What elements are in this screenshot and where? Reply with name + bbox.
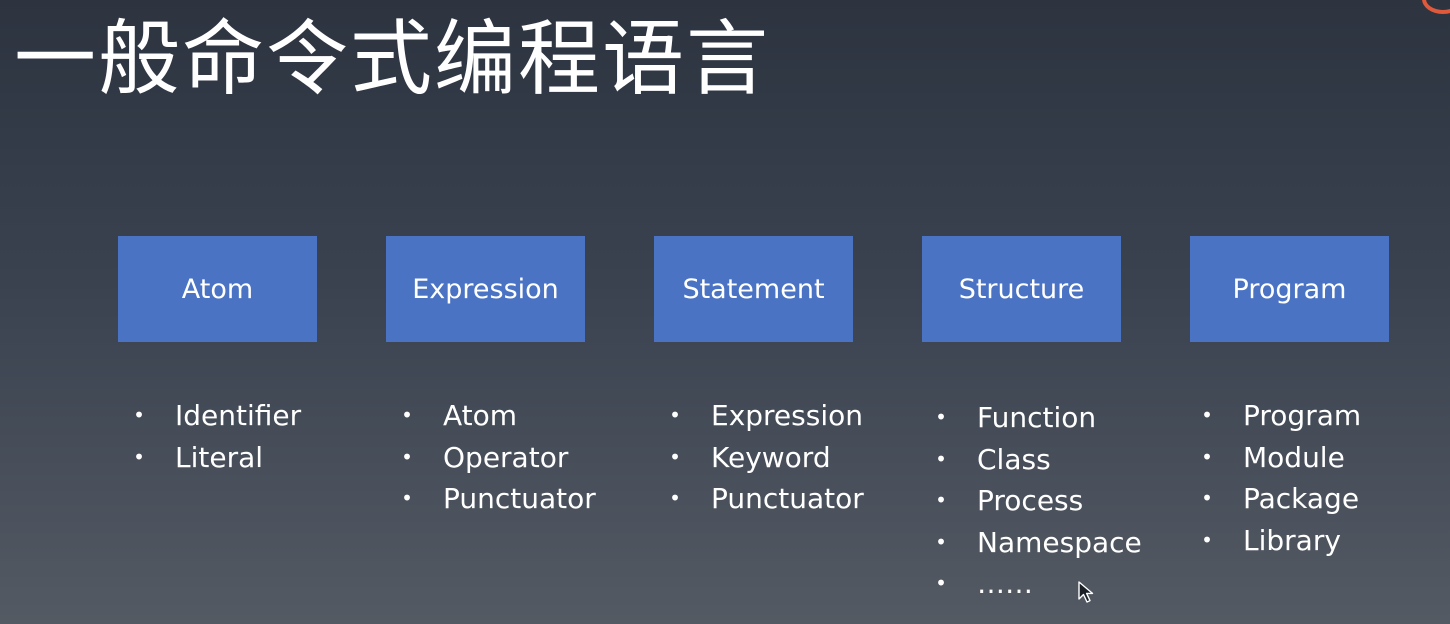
list-item: • Atom — [401, 395, 596, 437]
list-item: • Class — [935, 439, 1142, 481]
list-item: • Literal — [133, 437, 301, 479]
box-label: Statement — [682, 273, 825, 305]
box-statement: Statement — [654, 236, 853, 342]
corner-badge-icon — [1422, 0, 1450, 14]
box-expression: Expression — [386, 236, 585, 342]
bullet-icon: • — [1201, 486, 1213, 510]
bullet-icon: • — [935, 571, 947, 595]
bullet-icon: • — [133, 444, 145, 469]
list-item: • Punctuator — [401, 478, 596, 520]
list-item: • Process — [935, 480, 1142, 522]
list-item: • Program — [1201, 395, 1361, 437]
bullet-icon: • — [133, 403, 145, 427]
list-item: • Punctuator — [669, 478, 864, 520]
structure-list: • Function • Class • Process • Namespace •…… — [935, 397, 1142, 605]
list-item: • Package — [1201, 478, 1361, 520]
bullet-icon: • — [935, 405, 947, 429]
list-item: • Expression — [669, 395, 864, 437]
list-item: • Identifier — [133, 395, 301, 437]
list-item: • Module — [1201, 437, 1361, 479]
list-item: • Function — [935, 397, 1142, 439]
bullet-icon: • — [669, 444, 681, 469]
box-label: Structure — [958, 273, 1085, 305]
mouse-cursor-icon — [1078, 581, 1094, 603]
list-item: • Namespace — [935, 522, 1142, 564]
bullet-icon: • — [1201, 444, 1213, 469]
box-atom: Atom — [118, 236, 317, 342]
program-list: • Program • Module • Package • Library — [1201, 395, 1361, 561]
box-label: Atom — [181, 273, 254, 305]
list-item: • Keyword — [669, 437, 864, 479]
bullet-icon: • — [1201, 527, 1213, 552]
expression-list: • Atom • Operator • Punctuator — [401, 395, 596, 520]
box-label: Expression — [412, 273, 559, 305]
bullet-icon: • — [935, 488, 947, 512]
atom-list: • Identifier • Literal — [133, 395, 301, 478]
bullet-icon: • — [401, 444, 413, 469]
statement-list: • Expression • Keyword • Punctuator — [669, 395, 864, 520]
bullet-icon: • — [935, 446, 947, 471]
bullet-icon: • — [669, 486, 681, 510]
bullet-icon: • — [401, 486, 413, 510]
list-item: •…… — [935, 563, 1142, 605]
list-item: • Library — [1201, 520, 1361, 562]
box-label: Program — [1232, 273, 1347, 305]
box-program: Program — [1190, 236, 1389, 342]
bullet-icon: • — [401, 403, 413, 427]
bullet-icon: • — [935, 529, 947, 554]
slide-title: 一般命令式编程语言 — [14, 12, 771, 107]
bullet-icon: • — [669, 403, 681, 427]
list-item: • Operator — [401, 437, 596, 479]
bullet-icon: • — [1201, 403, 1213, 427]
box-structure: Structure — [922, 236, 1121, 342]
